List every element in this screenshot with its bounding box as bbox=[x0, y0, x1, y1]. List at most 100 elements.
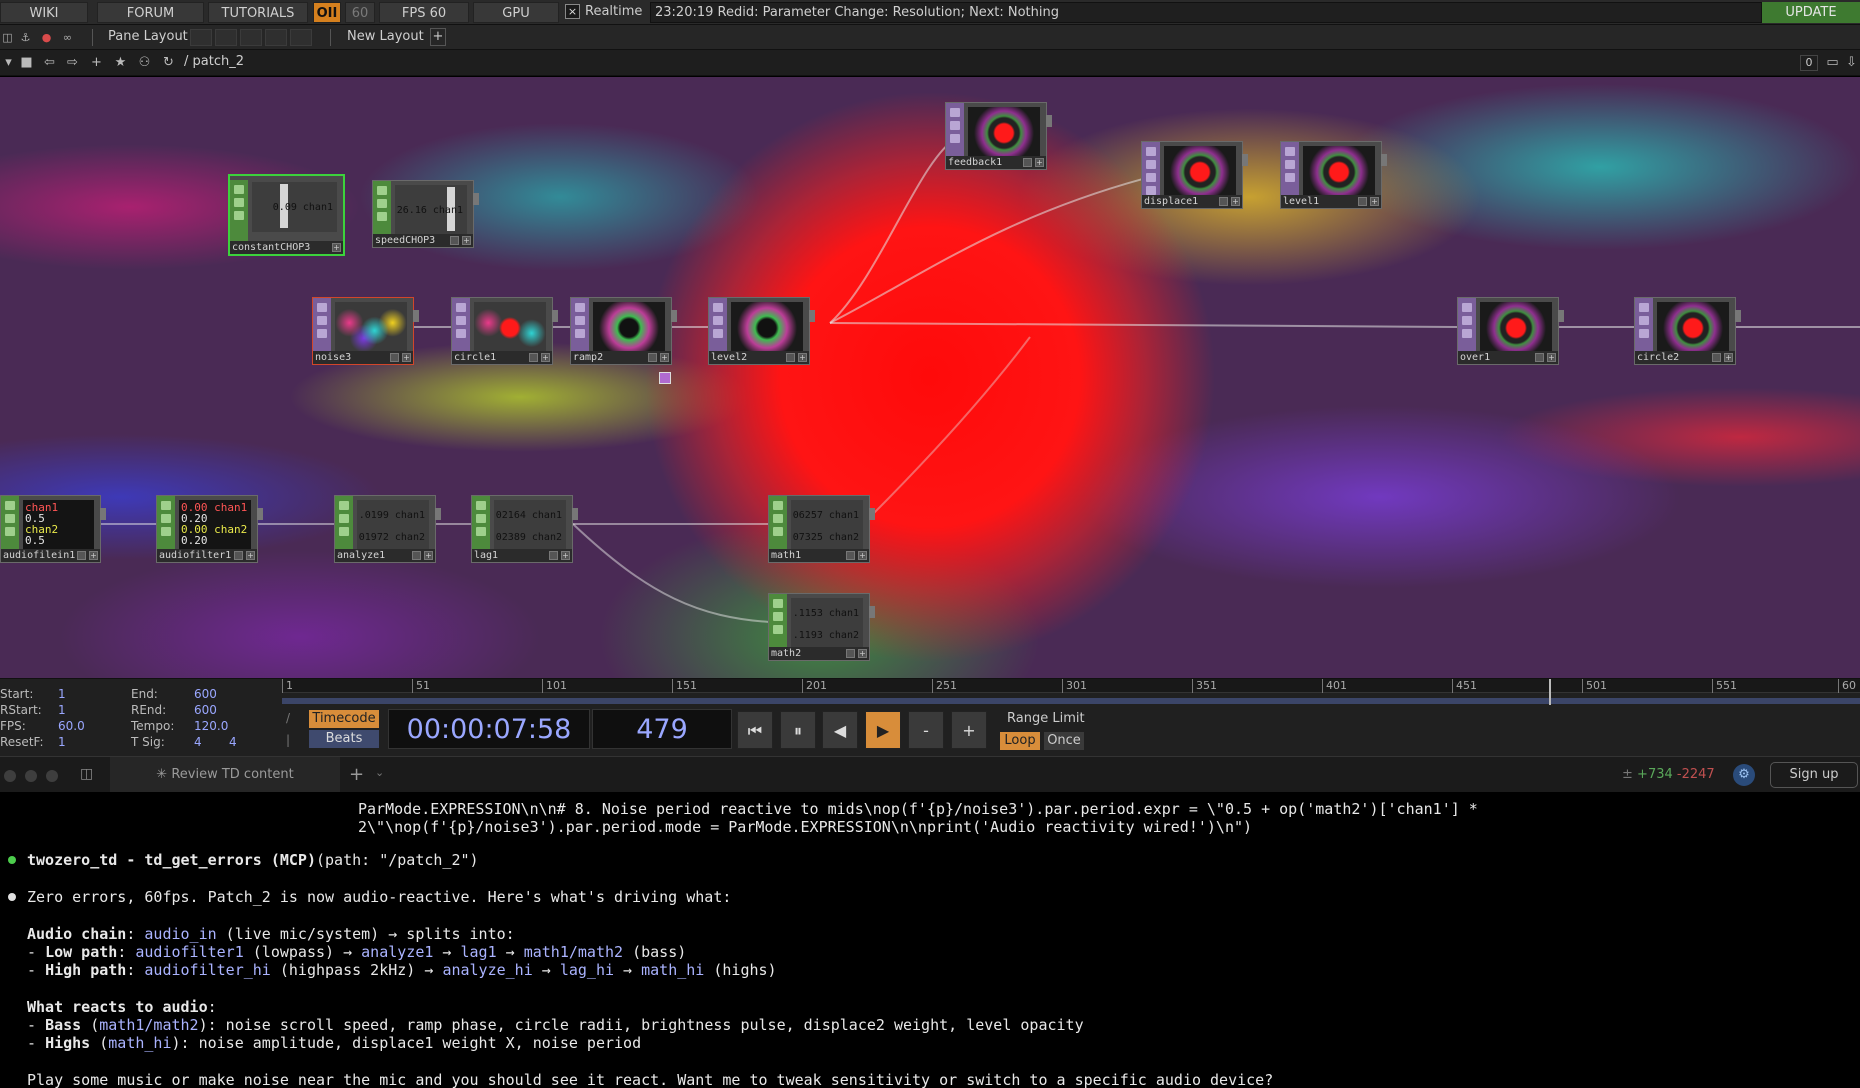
node-viewer: 0.00 chan1 0.20 0.00 chan2 0.20 bbox=[179, 500, 251, 552]
viewer-icon[interactable]: ▭ bbox=[1824, 55, 1841, 71]
node-constantchop3[interactable]: 0.09 chan1 constantCHOP3 + bbox=[228, 174, 345, 256]
link-icon[interactable]: ∞ bbox=[60, 30, 75, 45]
node-viewer bbox=[1303, 146, 1375, 198]
star-icon[interactable]: ★ bbox=[112, 55, 129, 71]
node-analyze1[interactable]: .0199 chan1 01972 chan2 analyze1 + bbox=[334, 495, 441, 563]
settings-gear-icon[interactable]: ⚙ bbox=[1733, 764, 1755, 786]
resetf-label: ResetF: bbox=[0, 735, 44, 749]
loop-button[interactable]: Loop bbox=[1000, 732, 1040, 750]
rend-value[interactable]: 600 bbox=[194, 703, 217, 717]
window-close-dot[interactable] bbox=[4, 770, 16, 782]
chevron-down-icon[interactable]: ▾ bbox=[0, 55, 17, 71]
sign-up-button[interactable]: Sign up bbox=[1770, 762, 1858, 788]
fps-indicator[interactable]: FPS 60 bbox=[379, 2, 469, 23]
record-icon[interactable]: ● bbox=[39, 30, 54, 45]
pause-icon[interactable]: ⏸ bbox=[780, 711, 816, 749]
window-minimize-dot[interactable] bbox=[25, 770, 37, 782]
timeline-ruler[interactable]: 1 51 101 151 201 251 301 351 401 451 501… bbox=[282, 679, 1860, 693]
count-field[interactable]: 0 bbox=[1800, 55, 1818, 71]
low-path-line: - Low path: audiofilter1 (lowpass) → ana… bbox=[27, 943, 687, 961]
node-name: level1 bbox=[1283, 196, 1320, 207]
node-viewer: 0.09 chan1 bbox=[252, 182, 337, 232]
step-minus-button[interactable]: - bbox=[908, 711, 944, 749]
layout-split-vertical-button[interactable] bbox=[215, 29, 237, 46]
stop-icon[interactable]: ■ bbox=[18, 55, 35, 71]
layout-triple-button[interactable] bbox=[290, 29, 312, 46]
network-editor[interactable]: feedback1 + displace1 + level1 + 0.09 chan1… bbox=[0, 77, 1860, 678]
oii-button[interactable]: OII bbox=[313, 2, 341, 23]
pane-layout-label: Pane Layout bbox=[108, 29, 188, 44]
node-circle2[interactable]: circle2 + bbox=[1634, 297, 1741, 365]
back-arrow-icon[interactable]: ⇦ bbox=[41, 55, 58, 71]
rstart-value[interactable]: 1 bbox=[58, 703, 66, 717]
node-audiofilter1[interactable]: 0.00 chan1 0.20 0.00 chan2 0.20 audiofil… bbox=[156, 495, 263, 563]
fps-value[interactable]: 60.0 bbox=[58, 719, 85, 733]
new-tab-button[interactable]: + bbox=[349, 764, 364, 785]
start-label: Start: bbox=[0, 687, 34, 701]
layout-quad-button[interactable] bbox=[265, 29, 287, 46]
realtime-checkbox[interactable]: × bbox=[565, 4, 580, 19]
once-button[interactable]: Once bbox=[1044, 732, 1084, 750]
update-button[interactable]: UPDATE bbox=[1762, 2, 1860, 23]
skip-to-start-icon[interactable]: ⏮ bbox=[737, 711, 773, 749]
node-noise3[interactable]: noise3 + bbox=[312, 297, 419, 365]
tempo-value[interactable]: 120.0 bbox=[194, 719, 228, 733]
start-value[interactable]: 1 bbox=[58, 687, 66, 701]
node-math2[interactable]: .1153 chan1 .1193 chan2 math2 + bbox=[768, 593, 875, 661]
tsig-numerator[interactable]: 4 bbox=[194, 735, 202, 749]
node-ramp2[interactable]: ramp2 + bbox=[570, 297, 677, 365]
end-value[interactable]: 600 bbox=[194, 687, 217, 701]
git-diff-stats[interactable]: ± +734 -2247 bbox=[1622, 767, 1715, 782]
beats-mode-button[interactable]: Beats bbox=[309, 730, 379, 748]
node-lag1[interactable]: 02164 chan1 02389 chan2 lag1 + bbox=[471, 495, 578, 563]
forward-arrow-icon[interactable]: ⇨ bbox=[64, 55, 81, 71]
node-speedchop3[interactable]: 26.16 chan1 speedCHOP3 + bbox=[372, 180, 479, 248]
chop-value: 02164 chan1 bbox=[495, 510, 562, 521]
tutorials-button[interactable]: TUTORIALS bbox=[208, 2, 308, 23]
pane-bar: ◫ ⚓ ● ∞ Pane Layout New Layout + bbox=[0, 25, 1860, 50]
timecode-switch[interactable]: / | bbox=[282, 709, 306, 751]
node-circle1[interactable]: circle1 + bbox=[451, 297, 558, 365]
wiki-button[interactable]: WIKI bbox=[0, 2, 88, 23]
node-level2[interactable]: level2 + bbox=[708, 297, 815, 365]
add-icon[interactable]: + bbox=[88, 55, 105, 71]
pane-split-icon[interactable]: ◫ bbox=[0, 30, 15, 45]
node-bypass-flag[interactable] bbox=[659, 372, 671, 384]
timecode-mode-button[interactable]: Timecode bbox=[309, 710, 379, 728]
node-over1[interactable]: over1 + bbox=[1457, 297, 1564, 365]
add-layout-button[interactable]: + bbox=[430, 28, 446, 46]
node-level1[interactable]: level1 + bbox=[1280, 141, 1387, 209]
tab-review-td-content[interactable]: ✳ Review TD content bbox=[110, 757, 340, 793]
node-displace1[interactable]: displace1 + bbox=[1141, 141, 1248, 209]
node-math1[interactable]: 06257 chan1 07325 chan2 math1 + bbox=[768, 495, 875, 563]
play-icon[interactable]: ▶ bbox=[865, 711, 901, 749]
tsig-denominator[interactable]: 4 bbox=[229, 735, 237, 749]
anchor-icon[interactable]: ⚓ bbox=[18, 30, 33, 45]
sidebar-toggle-icon[interactable]: ◫ bbox=[80, 766, 93, 782]
node-feedback1[interactable]: feedback1 + bbox=[945, 102, 1052, 170]
window-zoom-dot[interactable] bbox=[46, 770, 58, 782]
node-viewer: chan1 0.5 chan2 0.5 bbox=[23, 500, 94, 552]
frame-display[interactable]: 479 bbox=[592, 709, 732, 749]
forum-button[interactable]: FORUM bbox=[97, 2, 204, 23]
network-icon[interactable]: ⚇ bbox=[136, 55, 153, 71]
ruler-tick: 301 bbox=[1062, 679, 1087, 693]
playhead[interactable] bbox=[1549, 679, 1551, 705]
timecode-display[interactable]: 00:00:07:58 bbox=[388, 709, 590, 749]
layout-single-button[interactable] bbox=[190, 29, 212, 46]
node-audiofilein1[interactable]: chan1 0.5 chan2 0.5 audiofilein1 + bbox=[0, 495, 106, 563]
timeline-track[interactable] bbox=[282, 698, 1860, 704]
layout-split-horizontal-button[interactable] bbox=[240, 29, 262, 46]
node-name: ramp2 bbox=[573, 352, 604, 363]
node-name: circle2 bbox=[1637, 352, 1680, 363]
top-menu-bar: WIKI FORUM TUTORIALS OII 60 FPS 60 GPU ×… bbox=[0, 0, 1860, 25]
chevron-down-icon[interactable]: ⌄ bbox=[375, 766, 384, 779]
download-icon[interactable]: ⇩ bbox=[1843, 55, 1860, 71]
resetf-value[interactable]: 1 bbox=[58, 735, 66, 749]
network-path[interactable]: / patch_2 bbox=[184, 54, 244, 69]
rate-field[interactable]: 60 bbox=[345, 2, 375, 23]
gpu-button[interactable]: GPU bbox=[473, 2, 559, 23]
step-plus-button[interactable]: + bbox=[951, 711, 987, 749]
reset-icon[interactable]: ↻ bbox=[160, 55, 177, 71]
step-back-icon[interactable]: ◀ bbox=[822, 711, 858, 749]
